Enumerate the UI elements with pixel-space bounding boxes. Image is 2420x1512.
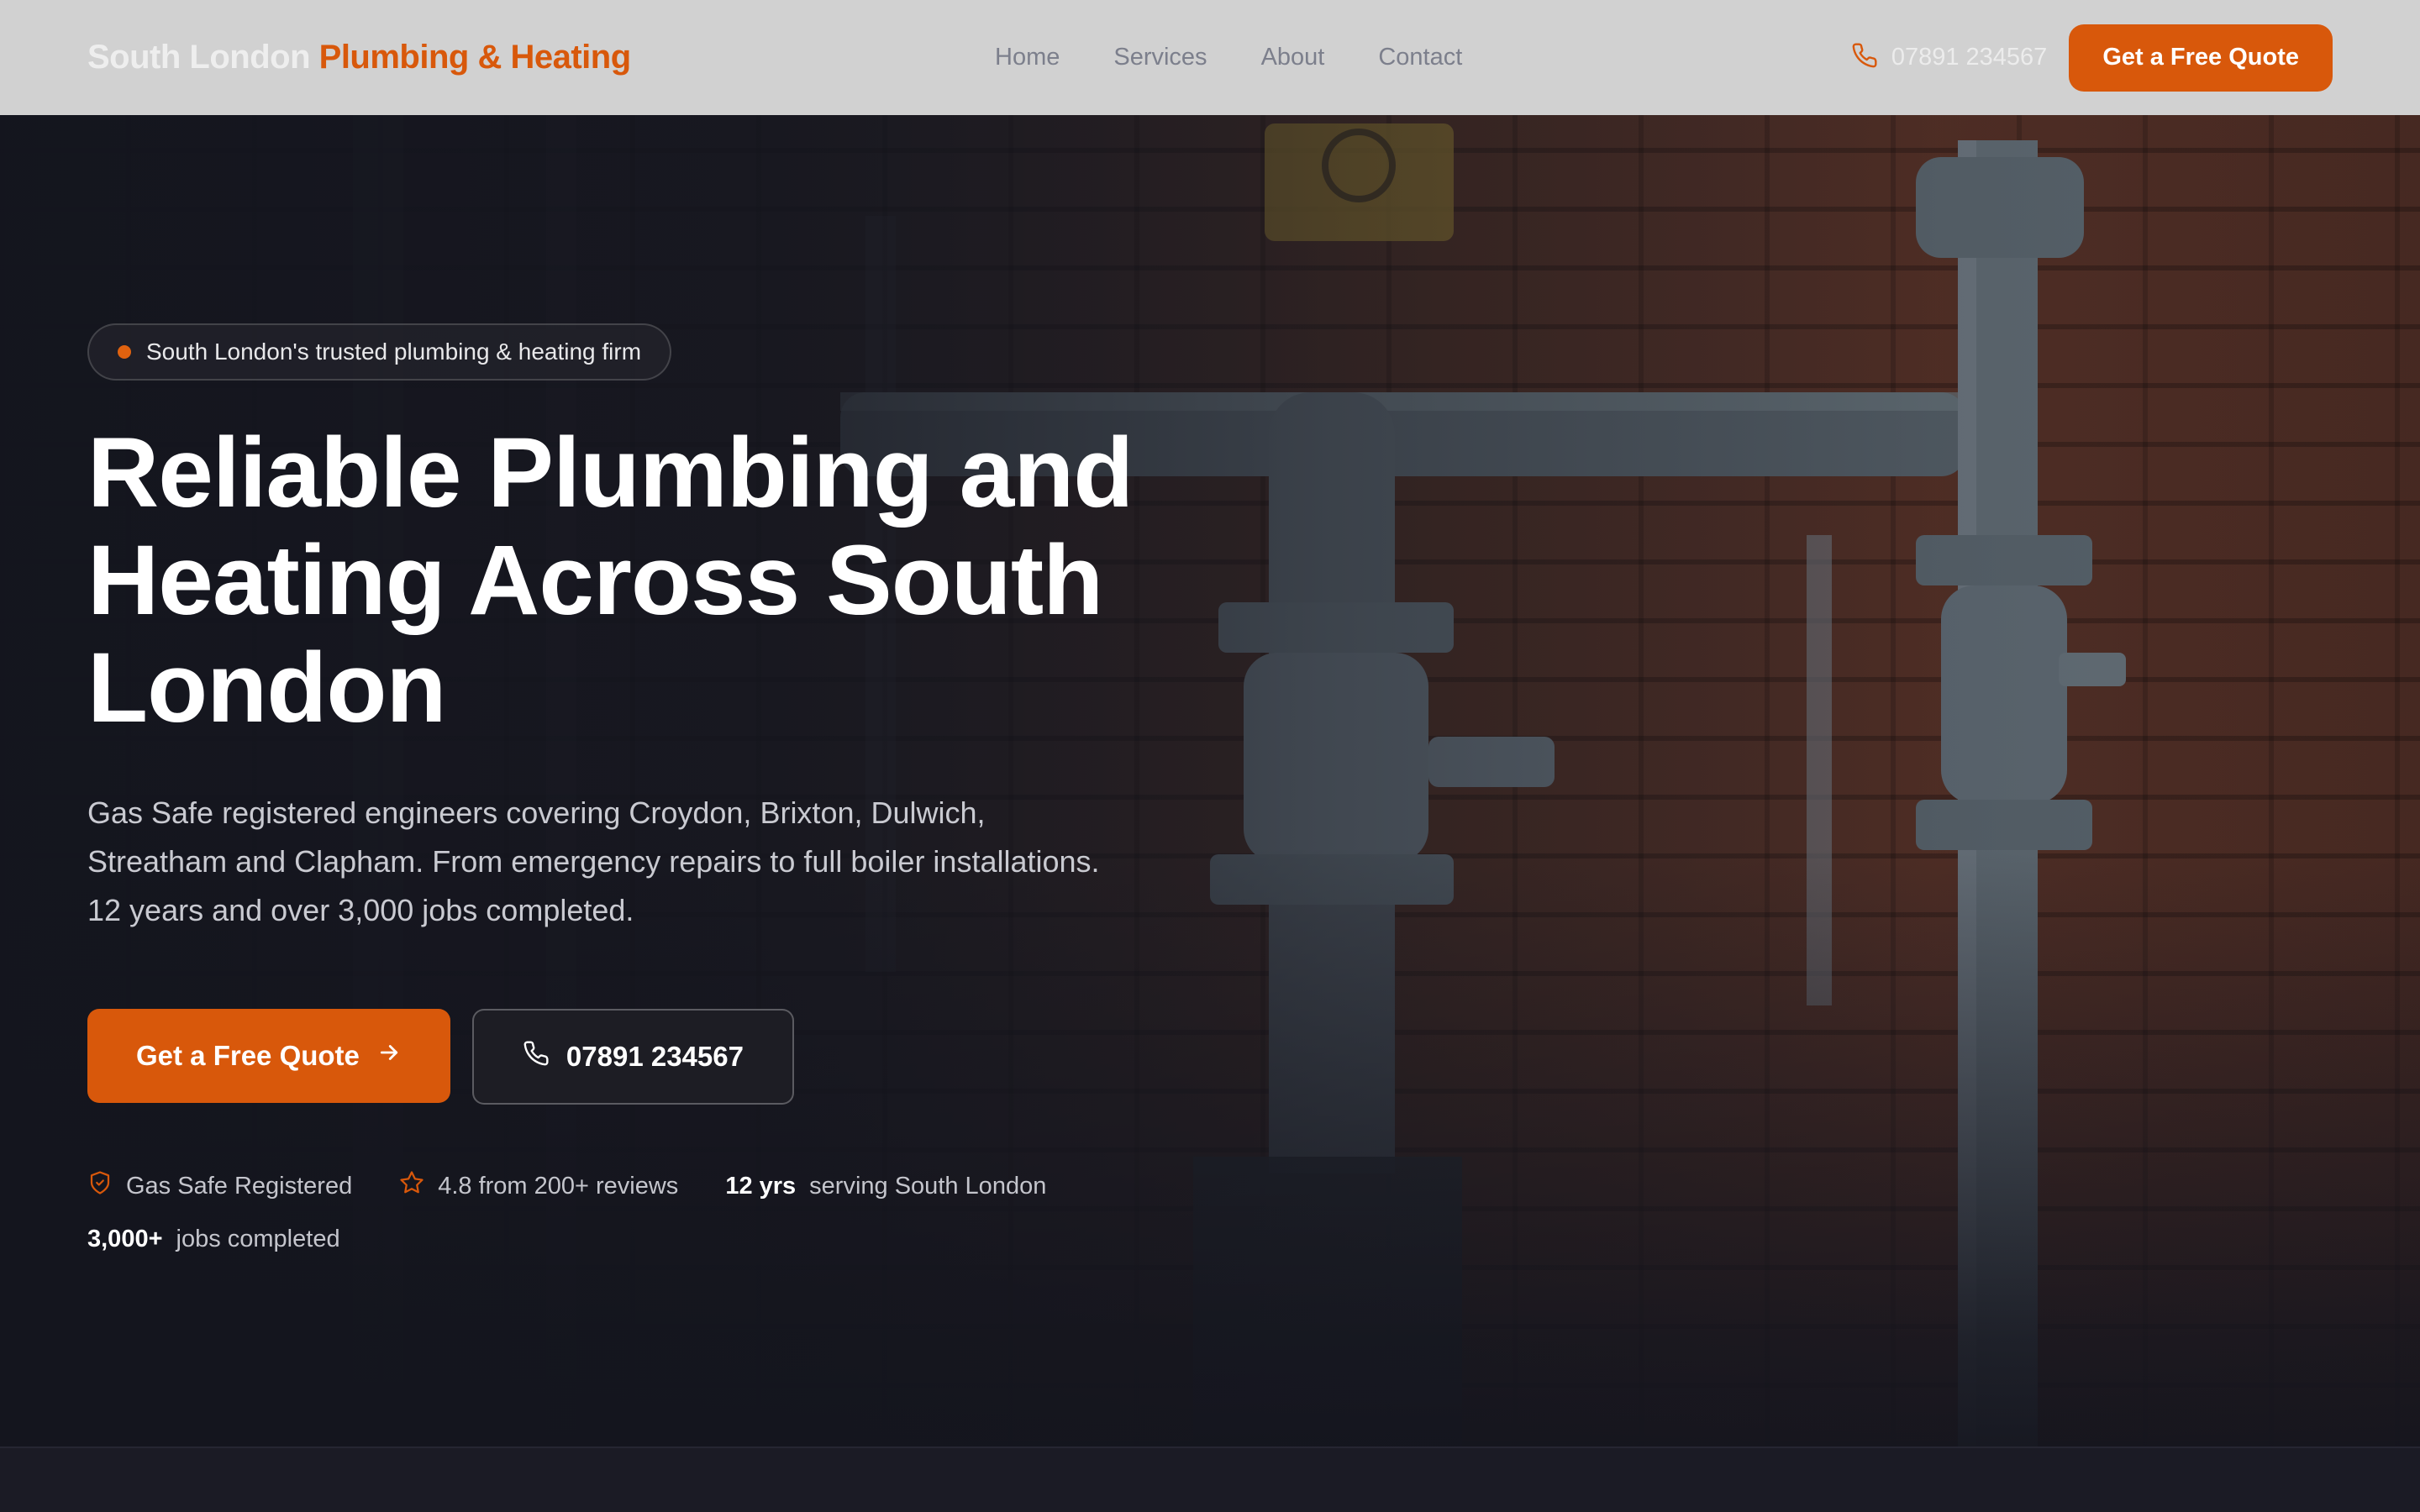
trust-indicators: Gas Safe Registered 4.8 from 200+ review… xyxy=(87,1170,1180,1253)
hero-call-button-label: 07891 234567 xyxy=(566,1041,744,1072)
nav-link-home[interactable]: Home xyxy=(995,44,1060,71)
trust-gas-safe-text: Gas Safe Registered xyxy=(126,1172,353,1200)
hero-quote-button[interactable]: Get a Free Quote xyxy=(87,1009,450,1103)
hero-call-button[interactable]: 07891 234567 xyxy=(471,1009,794,1105)
hero-title: Reliable Plumbing and Heating Across Sou… xyxy=(87,417,1134,743)
hero-cta-row: Get a Free Quote 07891 234567 xyxy=(87,1009,1180,1105)
nav-link-services[interactable]: Services xyxy=(1113,44,1207,71)
arrow-right-icon xyxy=(376,1040,402,1072)
trust-gas-safe: Gas Safe Registered xyxy=(87,1170,352,1202)
hero-quote-button-label: Get a Free Quote xyxy=(136,1040,360,1071)
phone-icon xyxy=(1851,42,1878,73)
trust-years: 12 yrs serving South London xyxy=(725,1170,1046,1202)
brand-name-part2: Plumbing & Heating xyxy=(318,39,632,76)
trust-reviews-text: 4.8 from 200+ reviews xyxy=(438,1172,679,1200)
trust-jobs-value: 3,000+ xyxy=(87,1226,163,1252)
hero-section: South London's trusted plumbing & heatin… xyxy=(0,115,2420,1446)
nav-actions: 07891 234567 Get a Free Quote xyxy=(1851,0,2333,115)
trust-jobs-label: jobs completed xyxy=(176,1226,340,1252)
nav-phone-link[interactable]: 07891 234567 xyxy=(1851,42,2047,73)
next-section-edge xyxy=(0,1446,2420,1512)
trust-jobs: 3,000+ jobs completed xyxy=(87,1226,340,1253)
nav-phone-number: 07891 234567 xyxy=(1891,44,2048,71)
top-navbar: South London Plumbing & Heating Home Ser… xyxy=(0,0,2420,115)
badge-dot-icon xyxy=(118,345,131,359)
star-icon xyxy=(399,1170,424,1202)
brand-name-part1: South London xyxy=(87,39,311,76)
nav-link-about[interactable]: About xyxy=(1261,44,1325,71)
nav-link-contact[interactable]: Contact xyxy=(1378,44,1462,71)
phone-icon xyxy=(523,1040,550,1074)
nav-quote-button[interactable]: Get a Free Quote xyxy=(2069,24,2333,92)
brand-logo[interactable]: South London Plumbing & Heating xyxy=(87,39,631,76)
trust-years-value: 12 yrs xyxy=(725,1172,797,1200)
nav-links: Home Services About Contact xyxy=(995,0,1462,115)
hero-subtitle: Gas Safe registered engineers covering C… xyxy=(87,795,1100,927)
hero-content: South London's trusted plumbing & heatin… xyxy=(87,323,1180,1253)
hero-badge-text: South London's trusted plumbing & heatin… xyxy=(146,339,642,365)
hero-badge: South London's trusted plumbing & heatin… xyxy=(87,323,672,381)
trust-reviews: 4.8 from 200+ reviews xyxy=(399,1170,678,1202)
shield-check-icon xyxy=(87,1170,113,1202)
trust-years-label: serving South London xyxy=(809,1172,1047,1200)
